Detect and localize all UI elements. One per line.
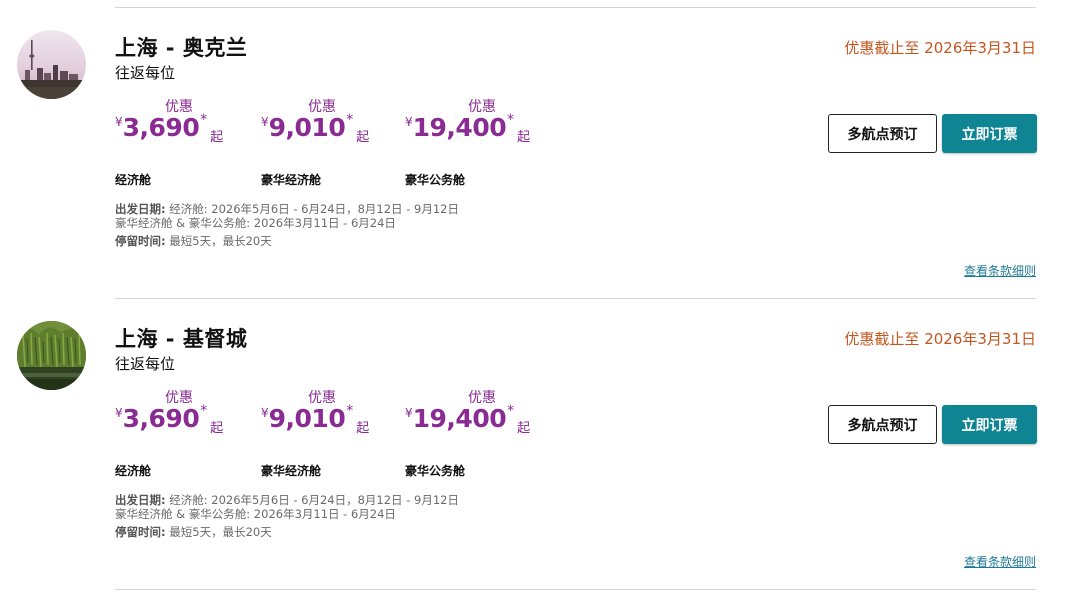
currency-symbol: ¥ (405, 115, 413, 129)
cabin-class: 豪华公务舱 (405, 173, 466, 187)
from-suffix: 起 (356, 421, 370, 436)
cabin-class: 经济舱 (115, 464, 152, 478)
terms-link[interactable]: 查看条款细则 (964, 553, 1036, 570)
book-now-button[interactable]: 立即订票 (942, 405, 1037, 444)
currency-symbol: ¥ (115, 115, 123, 129)
offer-deadline: 优惠截止至 2026年3月31日 (844, 330, 1036, 348)
currency-symbol: ¥ (261, 406, 269, 420)
travel-dates-premium: 豪华经济舱 & 豪华公务舱: 2026年3月11日 - 6月24日 (115, 507, 396, 521)
from-suffix: 起 (210, 130, 224, 145)
travel-dates-economy: 经济舱: 2026年5月6日 - 6月24日，8月12日 - 9月12日 (165, 493, 459, 507)
bottom-divider (115, 589, 1036, 590)
terms-link[interactable]: 查看条款细则 (964, 262, 1036, 279)
offer-card-auckland: 上海 - 奥克兰 往返每位 优惠截止至 2026年3月31日 优惠 ¥3,690… (0, 8, 1080, 299)
travel-dates-premium: 豪华经济舱 & 豪华公务舱: 2026年3月11日 - 6月24日 (115, 216, 396, 230)
cabin-class: 经济舱 (115, 173, 152, 187)
cabin-class: 豪华经济舱 (261, 464, 322, 478)
travel-dates: 出发日期: 经济舱: 2026年5月6日 - 6月24日，8月12日 - 9月1… (115, 202, 459, 216)
currency-symbol: ¥ (261, 115, 269, 129)
offer-deadline: 优惠截止至 2026年3月31日 (844, 39, 1036, 57)
price-amount: 19,400 (412, 404, 507, 433)
route-subtitle: 往返每位 (115, 64, 176, 82)
travel-dates-label: 出发日期: (115, 493, 166, 507)
asterisk: * (346, 112, 354, 128)
fare-price: ¥19,400*起 (405, 403, 531, 436)
asterisk: * (200, 403, 208, 419)
multi-city-button[interactable]: 多航点预订 (828, 114, 937, 153)
stay-label: 停留时间: (115, 525, 166, 539)
asterisk: * (507, 112, 515, 128)
asterisk: * (200, 112, 208, 128)
destination-photo-auckland (17, 30, 86, 99)
stay-duration: 停留时间: 最短5天，最长20天 (115, 234, 272, 248)
stay-value: 最短5天，最长20天 (165, 234, 272, 248)
from-suffix: 起 (210, 421, 224, 436)
from-suffix: 起 (356, 130, 370, 145)
currency-symbol: ¥ (405, 406, 413, 420)
price-amount: 3,690 (122, 113, 200, 142)
route-subtitle: 往返每位 (115, 355, 176, 373)
fare-price: ¥19,400*起 (405, 112, 531, 145)
destination-photo-christchurch (17, 321, 86, 390)
travel-dates: 出发日期: 经济舱: 2026年5月6日 - 6月24日，8月12日 - 9月1… (115, 493, 459, 507)
stay-duration: 停留时间: 最短5天，最长20天 (115, 525, 272, 539)
cabin-class: 豪华经济舱 (261, 173, 322, 187)
price-amount: 9,010 (268, 404, 346, 433)
currency-symbol: ¥ (115, 406, 123, 420)
book-now-button[interactable]: 立即订票 (942, 114, 1037, 153)
price-amount: 3,690 (122, 404, 200, 433)
route-title: 上海 - 奥克兰 (115, 36, 248, 60)
travel-dates-economy: 经济舱: 2026年5月6日 - 6月24日，8月12日 - 9月12日 (165, 202, 459, 216)
fare-price: ¥3,690*起 (115, 112, 224, 145)
travel-dates-label: 出发日期: (115, 202, 166, 216)
from-suffix: 起 (517, 421, 531, 436)
fare-price: ¥9,010*起 (261, 112, 370, 145)
from-suffix: 起 (517, 130, 531, 145)
route-title: 上海 - 基督城 (115, 327, 248, 351)
cabin-class: 豪华公务舱 (405, 464, 466, 478)
multi-city-button[interactable]: 多航点预订 (828, 405, 937, 444)
price-amount: 19,400 (412, 113, 507, 142)
stay-value: 最短5天，最长20天 (165, 525, 272, 539)
asterisk: * (507, 403, 515, 419)
offer-card-christchurch: 上海 - 基督城 往返每位 优惠截止至 2026年3月31日 优惠 ¥3,690… (0, 299, 1080, 590)
fare-price: ¥3,690*起 (115, 403, 224, 436)
price-amount: 9,010 (268, 113, 346, 142)
stay-label: 停留时间: (115, 234, 166, 248)
fare-price: ¥9,010*起 (261, 403, 370, 436)
asterisk: * (346, 403, 354, 419)
